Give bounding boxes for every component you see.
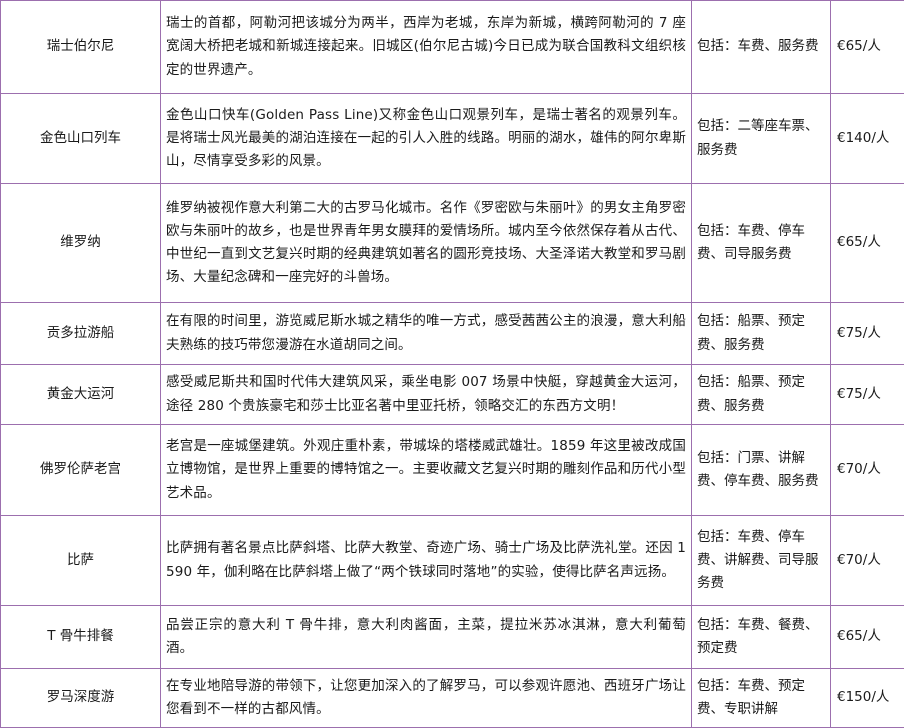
tour-price: €65/人 [830,0,904,94]
table-row: 罗马深度游 在专业地陪导游的带领下，让您更加深入的了解罗马，可以参观许愿池、西班… [0,668,904,728]
table-row: 比萨 比萨拥有著名景点比萨斜塔、比萨大教堂、奇迹广场、骑士广场及比萨洗礼堂。还因… [0,515,904,606]
tour-description: 金色山口快车(Golden Pass Line)又称金色山口观景列车，是瑞士著名… [160,93,692,184]
tour-includes: 包括：车费、服务费 [691,0,831,94]
tour-includes: 包括：门票、讲解费、停车费、服务费 [691,424,831,516]
tour-name: 贡多拉游船 [0,302,161,365]
table-row: 贡多拉游船 在有限的时间里，游览威尼斯水城之精华的唯一方式，感受茜茜公主的浪漫，… [0,302,904,365]
tour-includes: 包括：二等座车票、服务费 [691,93,831,184]
table-row: T 骨牛排餐 品尝正宗的意大利 T 骨牛排，意大利肉酱面，主菜，提拉米苏冰淇淋，… [0,605,904,669]
tour-name: 黄金大运河 [0,364,161,425]
tour-options-table: 瑞士伯尔尼 瑞士的首都，阿勒河把该城分为两半，西岸为老城，东岸为新城，横跨阿勒河… [0,0,904,728]
tour-name: 金色山口列车 [0,93,161,184]
tour-price: €70/人 [830,424,904,516]
tour-includes: 包括：车费、预定费、专职讲解 [691,668,831,728]
tour-name: 比萨 [0,515,161,606]
tour-price: €140/人 [830,93,904,184]
tour-description: 老宫是一座城堡建筑。外观庄重朴素，带城垛的塔楼威武雄壮。1859 年这里被改成国… [160,424,692,516]
tour-price: €70/人 [830,515,904,606]
tour-description: 瑞士的首都，阿勒河把该城分为两半，西岸为老城，东岸为新城，横跨阿勒河的 7 座宽… [160,0,692,94]
tour-price: €65/人 [830,605,904,669]
tour-description: 品尝正宗的意大利 T 骨牛排，意大利肉酱面，主菜，提拉米苏冰淇淋，意大利葡萄酒。 [160,605,692,669]
tour-name: 罗马深度游 [0,668,161,728]
table-row: 佛罗伦萨老宫 老宫是一座城堡建筑。外观庄重朴素，带城垛的塔楼威武雄壮。1859 … [0,424,904,516]
tour-description: 感受威尼斯共和国时代伟大建筑风采，乘坐电影 007 场景中快艇，穿越黄金大运河，… [160,364,692,425]
table-row: 金色山口列车 金色山口快车(Golden Pass Line)又称金色山口观景列… [0,93,904,184]
tour-name: 维罗纳 [0,183,161,303]
tour-name: 佛罗伦萨老宫 [0,424,161,516]
tour-price: €75/人 [830,302,904,365]
tour-price: €75/人 [830,364,904,425]
tour-name: T 骨牛排餐 [0,605,161,669]
tour-name: 瑞士伯尔尼 [0,0,161,94]
tour-description: 维罗纳被视作意大利第二大的古罗马化城市。名作《罗密欧与朱丽叶》的男女主角罗密欧与… [160,183,692,303]
tour-includes: 包括：船票、预定费、服务费 [691,302,831,365]
tour-price: €65/人 [830,183,904,303]
tour-description: 比萨拥有著名景点比萨斜塔、比萨大教堂、奇迹广场、骑士广场及比萨洗礼堂。还因 15… [160,515,692,606]
tour-description: 在有限的时间里，游览威尼斯水城之精华的唯一方式，感受茜茜公主的浪漫，意大利船夫熟… [160,302,692,365]
table-row: 瑞士伯尔尼 瑞士的首都，阿勒河把该城分为两半，西岸为老城，东岸为新城，横跨阿勒河… [0,0,904,94]
tour-price: €150/人 [830,668,904,728]
table-row: 黄金大运河 感受威尼斯共和国时代伟大建筑风采，乘坐电影 007 场景中快艇，穿越… [0,364,904,425]
tour-description: 在专业地陪导游的带领下，让您更加深入的了解罗马，可以参观许愿池、西班牙广场让您看… [160,668,692,728]
tour-includes: 包括：车费、停车费、司导服务费 [691,183,831,303]
tour-includes: 包括：车费、停车费、讲解费、司导服务费 [691,515,831,606]
table-row: 维罗纳 维罗纳被视作意大利第二大的古罗马化城市。名作《罗密欧与朱丽叶》的男女主角… [0,183,904,303]
tour-includes: 包括：船票、预定费、服务费 [691,364,831,425]
tour-includes: 包括：车费、餐费、预定费 [691,605,831,669]
